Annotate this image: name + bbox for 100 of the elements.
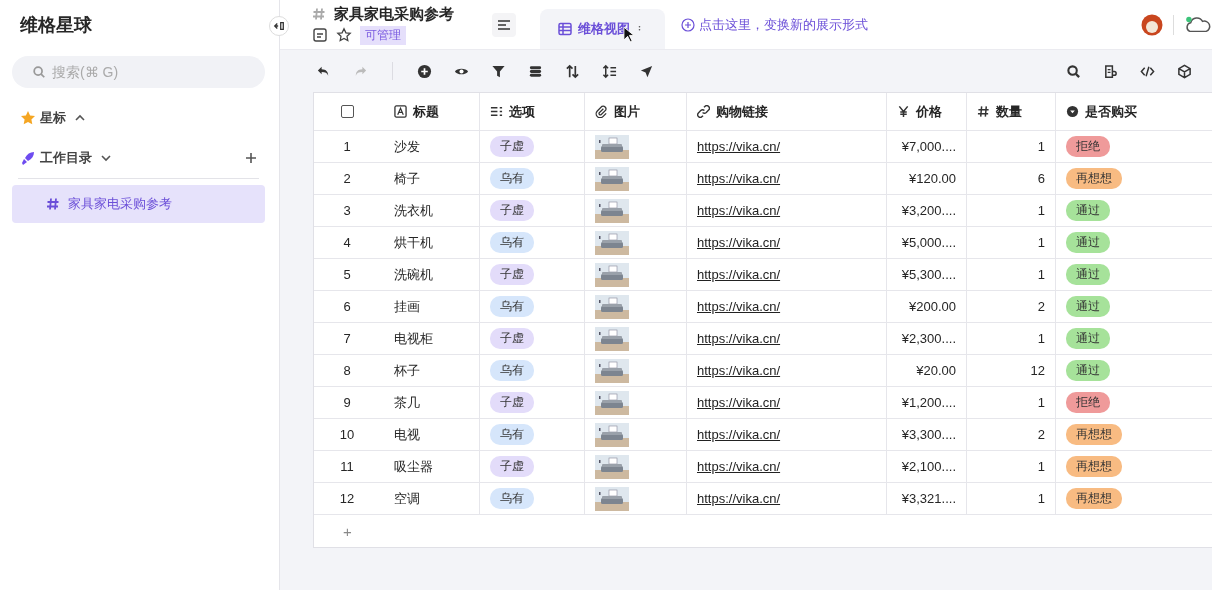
document-icon[interactable] [1103,63,1118,79]
row-number: 5 [342,266,352,284]
share-icon[interactable] [639,63,654,79]
status-tag: 拒绝 [1066,392,1110,413]
add-row-button[interactable]: + [343,522,352,540]
chevron-icon[interactable] [100,152,112,164]
option-tag: 乌有 [490,424,534,445]
row-height-icon[interactable] [602,63,617,79]
table-cell: 杯子 [380,355,480,386]
quantity-cell: 12 [967,355,1056,386]
description-icon[interactable] [312,27,328,43]
sidebar-item[interactable]: 家具家电采购参考 [12,185,265,223]
cloud-icon[interactable] [1184,14,1212,35]
avatar-icon[interactable] [1141,13,1163,36]
row-number: 4 [342,234,352,252]
shopping-link[interactable]: https://vika.cn/ [697,235,781,250]
status-tag: 通过 [1066,296,1110,317]
view-list-button[interactable] [492,12,516,37]
quantity-cell: 1 [967,387,1056,418]
option-tag: 乌有 [490,296,534,317]
column-header[interactable]: 选项 [480,93,585,130]
column-header[interactable]: 购物链接 [687,93,887,130]
shopping-link[interactable]: https://vika.cn/ [697,203,781,218]
row-number: 1 [342,138,352,156]
row-number: 12 [338,490,356,508]
shopping-link[interactable]: https://vika.cn/ [697,395,781,410]
quantity-cell: 1 [967,259,1056,290]
column-header[interactable]: 图片 [585,93,687,130]
select-all-checkbox[interactable] [340,105,354,118]
group-icon[interactable] [528,63,543,79]
cube-icon[interactable] [1177,63,1192,79]
shopping-link[interactable]: https://vika.cn/ [697,363,781,378]
menu-icon [497,17,511,32]
workspace-title: 维格星球 [20,14,92,37]
quantity-cell: 1 [967,451,1056,482]
row-number: 8 [342,362,352,380]
option-tag: 子虚 [490,136,534,157]
option-tag: 乌有 [490,360,534,381]
status-tag: 通过 [1066,232,1110,253]
shopping-link[interactable]: https://vika.cn/ [697,331,781,346]
row-number: 7 [342,330,352,348]
row-number: 10 [338,426,356,444]
shopping-link[interactable]: https://vika.cn/ [697,459,781,474]
quantity-cell: 6 [967,163,1056,194]
column-header[interactable]: 标题 [380,93,480,130]
section-label[interactable]: 工作目录 [40,149,92,167]
text-field-icon [394,105,407,118]
status-tag: 通过 [1066,200,1110,221]
search-field[interactable]: 搜索(⌘ G) [12,56,265,88]
section-label[interactable]: 星标 [40,109,66,127]
row-number: 9 [342,394,352,412]
status-tag: 拒绝 [1066,136,1110,157]
hash-icon [46,197,60,211]
option-tag: 子虚 [490,392,534,413]
quantity-cell: 1 [967,323,1056,354]
table-cell: 茶几 [380,387,480,418]
rocket-icon [20,150,36,166]
price-cell: ¥1,200.... [887,387,967,418]
table-cell: 空调 [380,483,480,514]
status-tag: 再想想 [1066,168,1122,189]
quantity-cell: 1 [967,483,1056,514]
add-icon [681,17,695,32]
column-header[interactable]: 价格 [887,93,967,130]
shopping-link[interactable]: https://vika.cn/ [697,427,781,442]
price-cell: ¥3,300.... [887,419,967,450]
price-cell: ¥120.00 [887,163,967,194]
search-icon[interactable] [1066,63,1081,79]
quantity-cell: 2 [967,419,1056,450]
shopping-link[interactable]: https://vika.cn/ [697,299,781,314]
hash-icon [312,7,326,21]
option-tag: 子虚 [490,200,534,221]
shopping-link[interactable]: https://vika.cn/ [697,267,781,282]
price-cell: ¥200.00 [887,291,967,322]
shopping-link[interactable]: https://vika.cn/ [697,139,781,154]
option-tag: 乌有 [490,168,534,189]
column-header[interactable]: 是否购买 [1056,93,1212,130]
shopping-link[interactable]: https://vika.cn/ [697,171,781,186]
list-icon [490,105,503,118]
quantity-cell: 1 [967,131,1056,162]
collapse-sidebar-button[interactable] [269,16,289,36]
shopping-link[interactable]: https://vika.cn/ [697,491,781,506]
option-tag: 子虚 [490,328,534,349]
add-record-icon[interactable] [417,63,432,79]
quantity-cell: 2 [967,291,1056,322]
price-cell: ¥7,000.... [887,131,967,162]
paperclip-icon [595,105,608,118]
filter-icon[interactable] [491,63,506,79]
column-header[interactable]: 数量 [967,93,1056,130]
add-view-link[interactable]: 点击这里，变换新的展示形式 [681,15,868,34]
price-cell: ¥2,100.... [887,451,967,482]
option-tag: 子虚 [490,264,534,285]
add-icon[interactable] [245,152,257,164]
option-tag: 乌有 [490,232,534,253]
table-cell: 洗碗机 [380,259,480,290]
sort-icon[interactable] [565,63,580,79]
hash-icon [977,105,990,118]
quantity-cell: 1 [967,195,1056,226]
price-cell: ¥2,300.... [887,323,967,354]
option-tag: 子虚 [490,456,534,477]
star-icon[interactable] [336,27,352,43]
